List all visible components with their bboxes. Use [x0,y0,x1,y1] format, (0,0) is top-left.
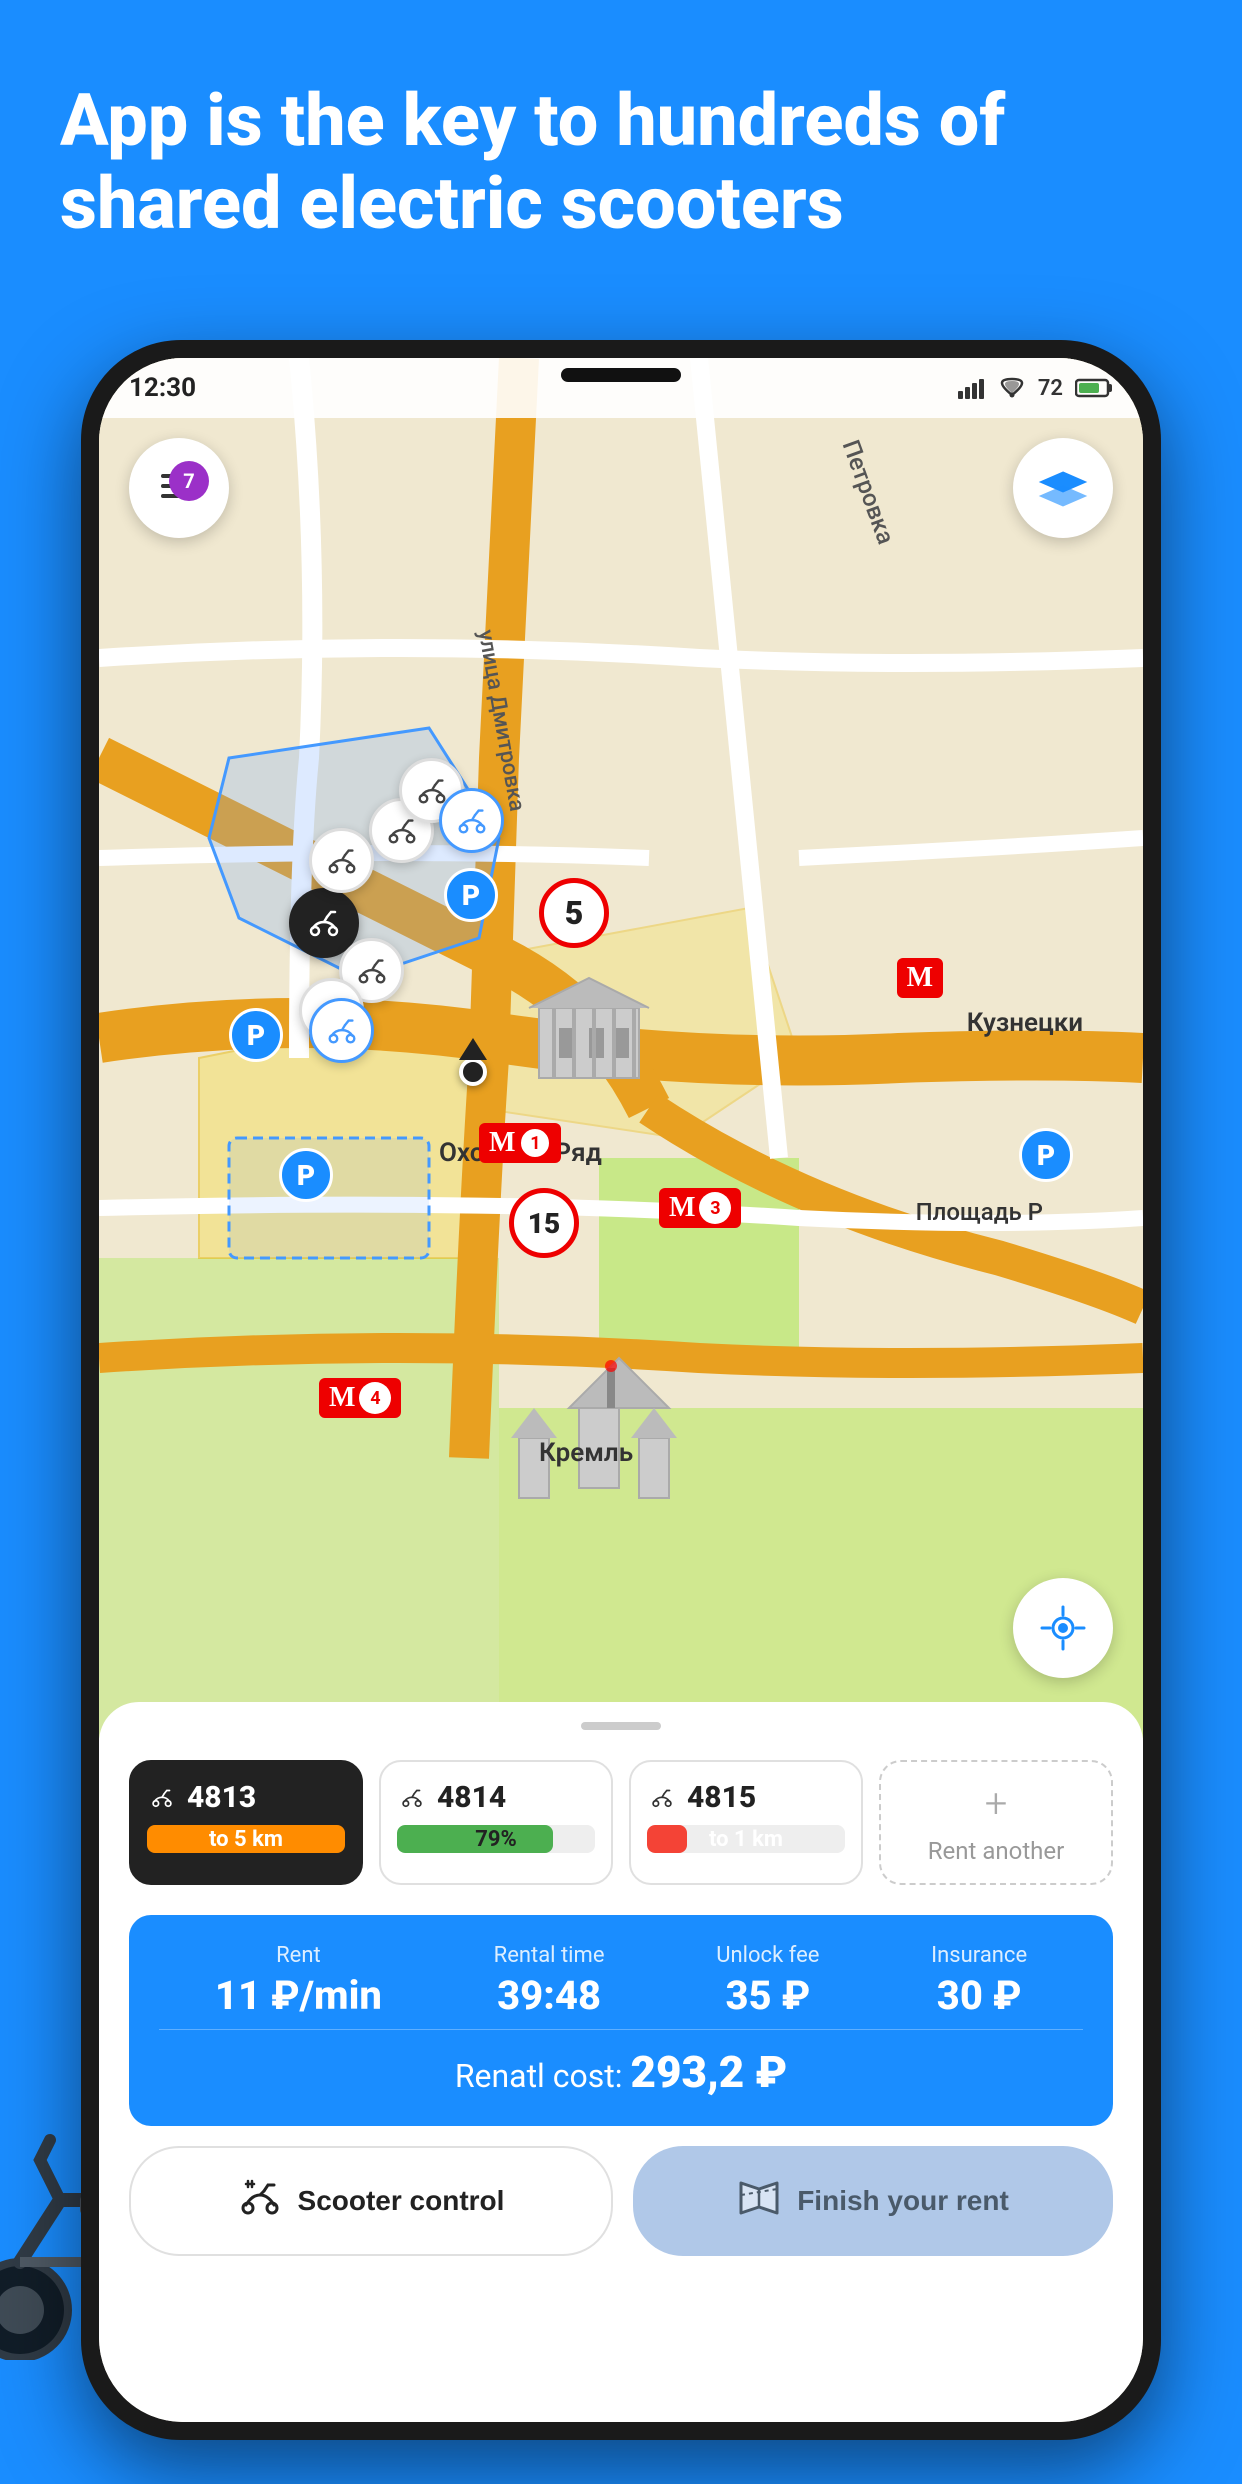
metro-marker-2: М 3 [659,1188,741,1228]
card-status-4815: to 1 km [647,1825,845,1853]
header-title: App is the key to hundreds of shared ele… [60,80,1182,246]
notification-badge: 7 [169,461,209,501]
parking-sign-2: P [444,868,498,922]
finish-rent-label: Finish your rent [797,2185,1009,2217]
scooter-control-button[interactable]: Scooter control [129,2146,613,2256]
rent-another-label: Rent another [928,1837,1065,1865]
time-value: 39:48 [497,1972,601,2019]
card-status-4814: 79% [397,1825,595,1853]
scooter-cards-row: 4813 to 5 km [129,1760,1113,1885]
place-kuznetski: Кузнецки [967,1008,1083,1038]
insurance-value: 30 ₽ [937,1972,1022,2019]
location-marker [459,1058,487,1086]
scooter-marker-6 [309,998,374,1063]
plus-icon: + [985,1780,1008,1827]
parking-sign-3: P [279,1148,333,1202]
scooter-icon-card3 [647,1785,677,1811]
finish-rent-icon [737,2175,781,2228]
phone-screen: Петровка улица Дмитровка Охотный Ряд Куз… [99,358,1143,2422]
card-id-4815: 4815 [687,1780,756,1815]
action-buttons-row: Scooter control Finish your rent [129,2146,1113,2256]
info-section: Rent 11 ₽/min Rental time 39:48 Unlock f… [129,1915,1113,2126]
phone-outer: Петровка улица Дмитровка Охотный Ряд Куз… [81,340,1161,2440]
unlock-info-item: Unlock fee 35 ₽ [716,1943,819,2019]
scooter-card-4814[interactable]: 4814 79% [379,1760,613,1885]
rent-label: Rent [276,1943,321,1968]
parking-sign-4: P [1019,1128,1073,1182]
cost-label: Renatl cost: [455,2057,623,2095]
time-label: Rental time [494,1943,605,1968]
metro-marker-4: М [897,958,943,998]
scooter-card-4815[interactable]: 4815 to 1 km [629,1760,863,1885]
speed-sign-5: 5 [539,878,609,948]
cost-row: Renatl cost: 293,2 ₽ [159,2029,1083,2098]
panel-handle [581,1722,661,1730]
battery-indicator: 72 [1038,376,1063,401]
status-bar: 12:30 [99,358,1143,418]
insurance-info-item: Insurance 30 ₽ [931,1943,1027,2019]
place-ploshad: Площадь Р [916,1198,1043,1226]
scooter-marker-7 [439,788,504,853]
cost-value: 293,2 ₽ [630,2046,787,2098]
location-button[interactable] [1013,1578,1113,1678]
map-area: Петровка улица Дмитровка Охотный Ряд Куз… [99,358,1143,1738]
unlock-label: Unlock fee [716,1943,819,1968]
status-icons: 72 [958,376,1113,401]
finish-rent-button[interactable]: Finish your rent [633,2146,1113,2256]
layers-button[interactable] [1013,438,1113,538]
rent-info-item: Rent 11 ₽/min [215,1943,382,2019]
rent-value: 11 ₽/min [215,1972,382,2019]
speed-sign-15: 15 [509,1188,579,1258]
phone-wrapper: Петровка улица Дмитровка Охотный Ряд Куз… [80,340,1162,2484]
scooter-icon-card1 [147,1785,177,1811]
place-kreml: Кремль [539,1438,633,1468]
card-status-4813: to 5 km [147,1825,345,1853]
rent-another-card[interactable]: + Rent another [879,1760,1113,1885]
menu-button[interactable]: 7 [129,438,229,538]
unlock-value: 35 ₽ [725,1972,810,2019]
card-id-4813: 4813 [187,1780,256,1815]
time-info-item: Rental time 39:48 [494,1943,605,2019]
card-id-4814: 4814 [437,1780,506,1815]
bottom-panel: 4813 to 5 km [99,1702,1143,2422]
metro-marker-3: М 4 [319,1378,401,1418]
scooter-control-label: Scooter control [298,2185,505,2217]
scooter-control-icon [238,2175,282,2228]
parking-sign-1: P [229,1008,283,1062]
scooter-card-4813[interactable]: 4813 to 5 km [129,1760,363,1885]
status-time: 12:30 [129,373,196,403]
metro-marker-1: М 1 [479,1123,561,1163]
scooter-icon-card2 [397,1785,427,1811]
scooter-marker-2 [309,828,374,893]
insurance-label: Insurance [931,1943,1027,1968]
